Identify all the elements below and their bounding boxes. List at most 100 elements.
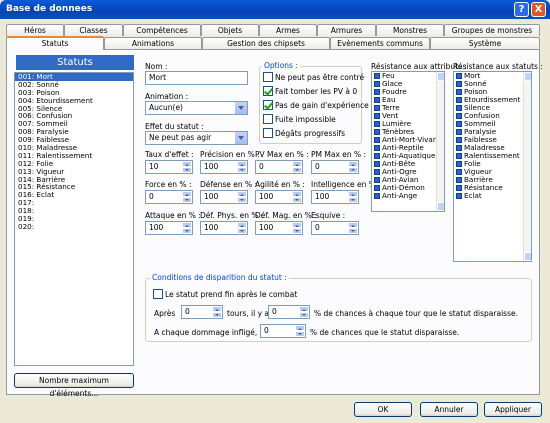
spinner[interactable] <box>292 191 302 203</box>
resistance-level-icon[interactable] <box>374 97 380 103</box>
resistance-level-icon[interactable] <box>456 81 462 87</box>
resistance-level-icon[interactable] <box>374 137 380 143</box>
animation-select[interactable]: Aucun(e) <box>145 101 248 115</box>
option-checkbox[interactable] <box>263 72 273 82</box>
resistance-level-icon[interactable] <box>456 169 462 175</box>
attr-resistance-list[interactable]: Feu Glace Foudre Eau Terre Vent Lumière Ténèbre… <box>371 71 445 212</box>
tab-animations[interactable]: Animations <box>104 37 202 49</box>
spinner[interactable] <box>292 161 302 173</box>
stat-input[interactable]: 100 <box>200 190 248 204</box>
scrollbar[interactable] <box>436 72 444 211</box>
close-button[interactable]: X <box>531 2 546 17</box>
resistance-level-icon[interactable] <box>374 105 380 111</box>
tab-classes[interactable]: Classes <box>64 24 123 36</box>
effect-select[interactable]: Ne peut pas agir <box>145 131 248 145</box>
spinner[interactable] <box>348 222 358 234</box>
stat-input[interactable]: 0 <box>255 160 303 174</box>
spinner[interactable] <box>292 222 302 234</box>
stat-input[interactable]: 0 <box>145 190 193 204</box>
help-button[interactable]: ? <box>514 2 529 17</box>
stat-input[interactable]: 100 <box>145 221 193 235</box>
status-list[interactable]: 001: Mort 002: Sonné 003: Poison 004: Etour… <box>14 72 134 366</box>
spinner[interactable] <box>299 306 309 318</box>
resistance-level-icon[interactable] <box>456 89 462 95</box>
resistance-level-icon[interactable] <box>456 105 462 111</box>
list-item[interactable]: Eclat <box>454 192 531 200</box>
spinner[interactable] <box>212 306 222 318</box>
resistance-level-icon[interactable] <box>374 177 380 183</box>
name-input[interactable]: Mort <box>145 71 248 85</box>
scroll-up-icon[interactable] <box>524 72 531 81</box>
resistance-level-icon[interactable] <box>456 153 462 159</box>
resistance-level-icon[interactable] <box>456 161 462 167</box>
spin-down-icon[interactable] <box>348 197 358 203</box>
spinner[interactable] <box>295 325 305 337</box>
spin-down-icon[interactable] <box>237 197 247 203</box>
stat-input[interactable]: 100 <box>311 190 359 204</box>
resistance-level-icon[interactable] <box>374 113 380 119</box>
resistance-level-icon[interactable] <box>374 121 380 127</box>
end-fight-checkbox[interactable] <box>153 289 163 299</box>
spin-down-icon[interactable] <box>182 167 192 173</box>
spin-down-icon[interactable] <box>292 197 302 203</box>
spinner[interactable] <box>237 161 247 173</box>
resistance-level-icon[interactable] <box>374 89 380 95</box>
spinner[interactable] <box>237 191 247 203</box>
spin-down-icon[interactable] <box>237 228 247 234</box>
spin-down-icon[interactable] <box>292 167 302 173</box>
resistance-level-icon[interactable] <box>374 129 380 135</box>
spin-down-icon[interactable] <box>348 228 358 234</box>
option-checkbox[interactable] <box>263 128 273 138</box>
spinner[interactable] <box>182 222 192 234</box>
resistance-level-icon[interactable] <box>456 185 462 191</box>
scrollbar[interactable] <box>523 72 531 261</box>
stat-input[interactable]: 0 <box>311 160 359 174</box>
list-item[interactable]: Anti-Ange <box>372 192 444 200</box>
tab-objets[interactable]: Objets <box>201 24 259 36</box>
scroll-up-icon[interactable] <box>437 72 444 81</box>
stat-input[interactable]: 100 <box>200 221 248 235</box>
max-elements-button[interactable]: Nombre maximum d'éléments... <box>14 373 134 398</box>
spinner[interactable] <box>182 161 192 173</box>
resistance-level-icon[interactable] <box>374 153 380 159</box>
spin-down-icon[interactable] <box>182 197 192 203</box>
resistance-level-icon[interactable] <box>374 81 380 87</box>
resistance-level-icon[interactable] <box>374 145 380 151</box>
stat-input[interactable]: 100 <box>255 190 303 204</box>
turns-input[interactable]: 0 <box>181 305 223 319</box>
spin-down-icon[interactable] <box>237 167 247 173</box>
tab-armures[interactable]: Armures <box>317 24 376 36</box>
status-resistance-list[interactable]: Mort Sonné Poison Etourdissement Silence Conf… <box>453 71 532 262</box>
stat-input[interactable]: 100 <box>200 160 248 174</box>
cancel-button[interactable]: Annuler <box>420 402 478 417</box>
resistance-level-icon[interactable] <box>456 113 462 119</box>
resistance-level-icon[interactable] <box>374 73 380 79</box>
list-item[interactable]: 020: <box>15 222 133 231</box>
option-checkbox[interactable] <box>263 86 273 96</box>
tab-statuts[interactable]: Statuts <box>6 36 104 50</box>
resistance-level-icon[interactable] <box>374 161 380 167</box>
resistance-level-icon[interactable] <box>456 129 462 135</box>
spin-down-icon[interactable] <box>212 312 222 318</box>
apply-button[interactable]: Appliquer <box>484 402 542 417</box>
option-checkbox[interactable] <box>263 114 273 124</box>
spin-down-icon[interactable] <box>348 167 358 173</box>
resistance-level-icon[interactable] <box>456 97 462 103</box>
tab-systeme[interactable]: Système <box>430 37 540 49</box>
ok-button[interactable]: OK <box>354 402 412 417</box>
chance1-input[interactable]: 0 <box>268 305 310 319</box>
option-checkbox[interactable] <box>263 100 273 110</box>
resistance-level-icon[interactable] <box>456 137 462 143</box>
spinner[interactable] <box>182 191 192 203</box>
tab-competences[interactable]: Compétences <box>123 24 201 36</box>
chance2-input[interactable]: 0 <box>260 324 306 338</box>
tab-evenements[interactable]: Evènements communs <box>330 37 430 49</box>
spinner[interactable] <box>348 161 358 173</box>
tab-chipsets[interactable]: Gestion des chipsets <box>202 37 330 49</box>
spinner[interactable] <box>348 191 358 203</box>
resistance-level-icon[interactable] <box>456 121 462 127</box>
resistance-level-icon[interactable] <box>456 177 462 183</box>
resistance-level-icon[interactable] <box>456 193 462 199</box>
tab-heros[interactable]: Héros <box>6 24 64 36</box>
spin-down-icon[interactable] <box>182 228 192 234</box>
